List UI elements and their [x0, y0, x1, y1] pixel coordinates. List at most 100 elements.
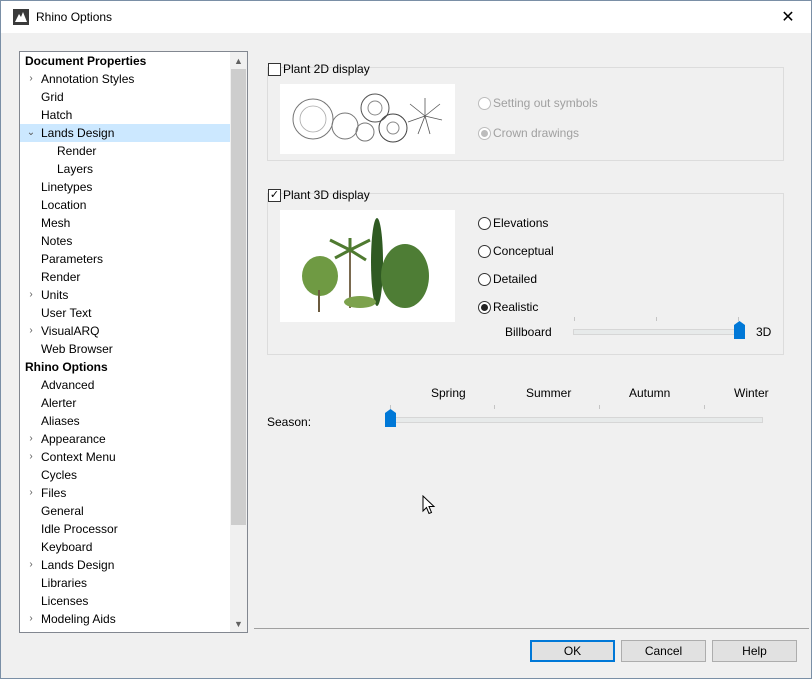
tree-item[interactable]: › Modeling Aids	[20, 610, 230, 628]
elevations-radio[interactable]	[478, 217, 491, 230]
tree-item[interactable]: Hatch	[20, 106, 230, 124]
tree-item[interactable]: › Files	[20, 484, 230, 502]
chevron-right-icon[interactable]: ›	[26, 484, 36, 502]
tree-item-label: VisualARQ	[41, 324, 100, 338]
scroll-down-button[interactable]: ▼	[230, 615, 247, 632]
season-mark-autumn: Autumn	[629, 386, 671, 400]
tree-item[interactable]: Render	[20, 142, 230, 160]
close-icon: ✕	[781, 9, 795, 26]
setting-out-symbols-label: Setting out symbols	[493, 96, 598, 110]
chevron-down-icon[interactable]: ⌄	[26, 124, 36, 142]
season-slider-track[interactable]	[385, 417, 763, 423]
tree-item[interactable]: Idle Processor	[20, 520, 230, 538]
crown-drawings-radio[interactable]	[478, 127, 491, 140]
tree-item-label: Layers	[57, 162, 94, 176]
tree-list: Document Properties › Annotation Styles Gri…	[20, 52, 230, 628]
slider-tick	[704, 405, 705, 409]
tree-item[interactable]: Licenses	[20, 592, 230, 610]
chevron-right-icon[interactable]: ›	[26, 610, 36, 628]
elevations-label: Elevations	[493, 216, 549, 230]
tree-item[interactable]: Aliases	[20, 412, 230, 430]
window-title: Rhino Options	[36, 10, 113, 24]
setting-out-symbols-radio[interactable]	[478, 97, 491, 110]
slider-tick	[599, 405, 600, 409]
plant-2d-label: Plant 2D display	[283, 62, 370, 76]
tree-section-header[interactable]: Document Properties	[20, 52, 230, 70]
tree-item[interactable]: Cycles	[20, 466, 230, 484]
chevron-right-icon[interactable]: ›	[26, 448, 36, 466]
tree-item-label: Lands Design	[41, 558, 115, 572]
tree-item-label: Keyboard	[41, 540, 93, 554]
tree-item-label: Licenses	[41, 594, 89, 608]
tree-item[interactable]: › Units	[20, 286, 230, 304]
tree-item-label: Grid	[41, 90, 64, 104]
tree-item[interactable]: › Lands Design	[20, 556, 230, 574]
tree-item[interactable]: › Context Menu	[20, 448, 230, 466]
tree-item[interactable]: ⌄ Lands Design	[20, 124, 230, 142]
billboard-3d-slider-track[interactable]	[573, 329, 741, 335]
tree-item-label: Linetypes	[41, 180, 93, 194]
detailed-radio[interactable]	[478, 273, 491, 286]
tree-item[interactable]: Web Browser	[20, 340, 230, 358]
cancel-button[interactable]: Cancel	[621, 640, 706, 662]
billboard-label: Billboard	[505, 325, 552, 339]
tree-item[interactable]: User Text	[20, 304, 230, 322]
tree-item[interactable]: Grid	[20, 88, 230, 106]
tree-item-label: User Text	[41, 306, 92, 320]
chevron-right-icon[interactable]: ›	[26, 286, 36, 304]
tree-item-label: Units	[41, 288, 69, 302]
footer-separator	[254, 628, 809, 629]
tree-item[interactable]: Location	[20, 196, 230, 214]
tree-item-label: Modeling Aids	[41, 612, 116, 626]
tree-item-label: Cycles	[41, 468, 78, 482]
conceptual-radio[interactable]	[478, 245, 491, 258]
slider-tick	[574, 317, 575, 321]
slider-tick	[656, 317, 657, 321]
plant-3d-checkbox[interactable]: ✓	[268, 189, 281, 202]
tree-item[interactable]: Libraries	[20, 574, 230, 592]
options-tree: Document Properties › Annotation Styles Gri…	[19, 51, 248, 633]
chevron-up-icon: ▲	[234, 55, 243, 66]
close-button[interactable]: ✕	[765, 1, 811, 33]
tree-item[interactable]: Mesh	[20, 214, 230, 232]
realistic-radio[interactable]	[478, 301, 491, 314]
tree-section-header[interactable]: Rhino Options	[20, 358, 230, 376]
mouse-pointer-icon	[422, 495, 436, 515]
dialog-body: Document Properties › Annotation Styles Gri…	[1, 33, 811, 678]
tree-item-label: Files	[41, 486, 67, 500]
tree-scrollbar[interactable]: ▲ ▼	[230, 52, 247, 632]
tree-item[interactable]: Render	[20, 268, 230, 286]
tree-item-label: Rhino Options	[25, 360, 108, 374]
chevron-right-icon[interactable]: ›	[26, 70, 36, 88]
chevron-right-icon[interactable]: ›	[26, 556, 36, 574]
tree-item[interactable]: Parameters	[20, 250, 230, 268]
tree-item[interactable]: General	[20, 502, 230, 520]
tree-item[interactable]: Linetypes	[20, 178, 230, 196]
tree-item[interactable]: Advanced	[20, 376, 230, 394]
tree-item-label: Mesh	[41, 216, 71, 230]
season-slider-thumb[interactable]	[385, 409, 396, 427]
billboard-3d-slider-thumb[interactable]	[733, 321, 745, 339]
plant-2d-checkbox[interactable]	[268, 63, 281, 76]
tree-item[interactable]: Keyboard	[20, 538, 230, 556]
tree-item[interactable]: Alerter	[20, 394, 230, 412]
tree-item[interactable]: › Annotation Styles	[20, 70, 230, 88]
tree-item-label: Libraries	[41, 576, 88, 590]
tree-item-label: Web Browser	[41, 342, 113, 356]
rhino-app-icon	[13, 9, 29, 25]
tree-item-label: Document Properties	[25, 54, 147, 68]
tree-item[interactable]: Layers	[20, 160, 230, 178]
chevron-right-icon[interactable]: ›	[26, 430, 36, 448]
crown-drawings-label: Crown drawings	[493, 126, 580, 140]
scroll-thumb[interactable]	[231, 69, 246, 525]
ok-button[interactable]: OK	[530, 640, 615, 662]
tree-item[interactable]: Notes	[20, 232, 230, 250]
scroll-up-button[interactable]: ▲	[230, 52, 247, 69]
chevron-right-icon[interactable]: ›	[26, 322, 36, 340]
tree-item-label: Location	[41, 198, 87, 212]
tree-item[interactable]: › Appearance	[20, 430, 230, 448]
help-button[interactable]: Help	[712, 640, 797, 662]
checkmark-icon: ✓	[269, 189, 280, 201]
tree-item-label: Render	[57, 144, 97, 158]
tree-item[interactable]: › VisualARQ	[20, 322, 230, 340]
